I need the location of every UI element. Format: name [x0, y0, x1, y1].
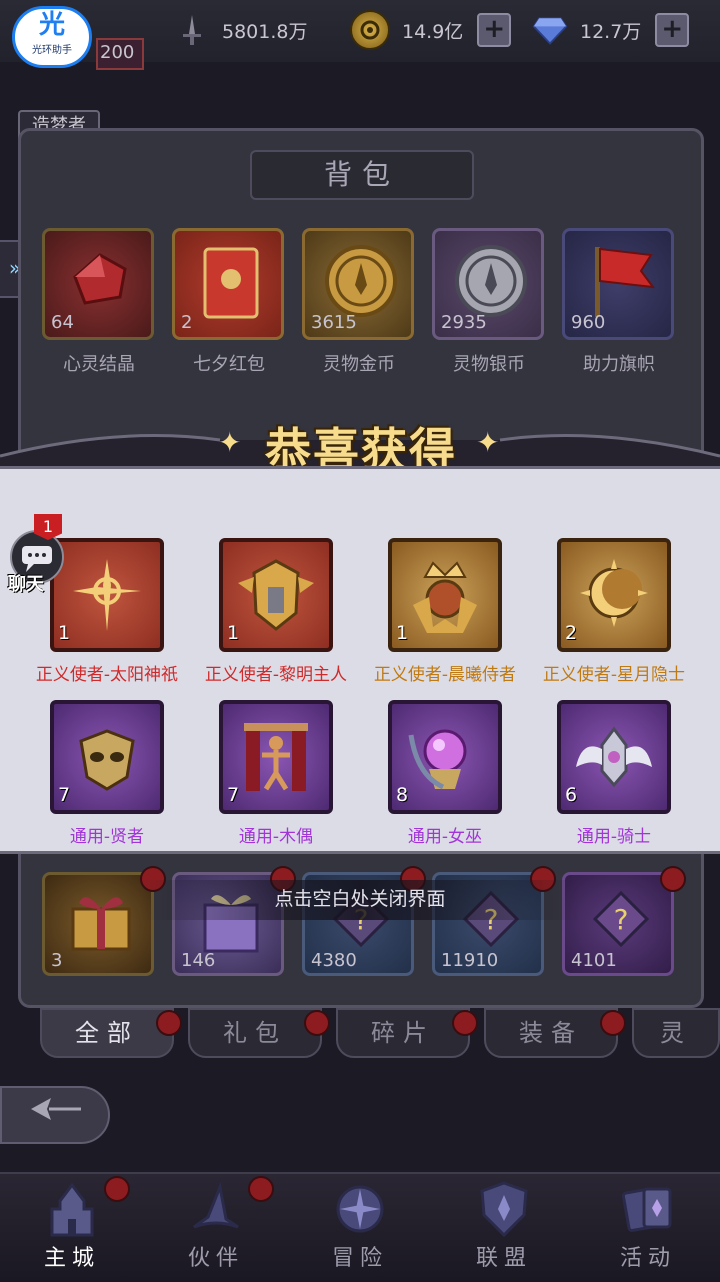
notification-dot: [156, 1010, 182, 1036]
bag-item-count: 64: [51, 312, 74, 333]
bag-item-count: 4101: [571, 950, 617, 971]
back-button[interactable]: [0, 1086, 110, 1144]
flag-icon: [595, 247, 656, 317]
reward-name: 正义使者-星月隐士: [542, 665, 686, 685]
reward-item[interactable]: 2: [557, 538, 671, 652]
sparkle-icon: ✦: [218, 426, 242, 459]
power-value: 5801.8万: [222, 20, 308, 43]
tab-shard[interactable]: 碎片: [336, 1008, 470, 1058]
resource-gold: 14.9亿 +: [350, 10, 512, 50]
sparkle-icon: ✦: [476, 426, 500, 459]
reward-qty: 2: [565, 622, 578, 644]
notification-dot: [600, 1010, 626, 1036]
resource-diamond: 12.7万 +: [532, 10, 690, 50]
back-arrow-icon: [31, 1098, 81, 1120]
bag-item-count: 960: [571, 312, 606, 333]
nav-label: 主城: [43, 1246, 100, 1271]
nav-label: 伙伴: [187, 1246, 244, 1271]
reward-qty: 6: [565, 784, 578, 806]
tab-equip[interactable]: 装备: [484, 1008, 618, 1058]
notification-dot: [248, 1176, 274, 1202]
reward-qty: 1: [396, 622, 409, 644]
nav-adventure[interactable]: 冒险: [288, 1178, 432, 1278]
castle-icon: [37, 1178, 107, 1240]
reward-name: 通用-木偶: [238, 827, 314, 847]
bag-item-count: 2935: [441, 312, 487, 333]
reward-item[interactable]: 1: [388, 538, 502, 652]
bag-item-count: 3: [51, 950, 63, 971]
bag-item-name: 助力旗帜: [583, 354, 655, 375]
reward-qty: 7: [58, 784, 71, 806]
resource-power: 5801.8万: [174, 10, 307, 50]
nav-label: 活动: [619, 1246, 676, 1271]
witch-hat-icon: [181, 1178, 251, 1240]
red-envelope-icon: [203, 247, 259, 319]
chat-button[interactable]: 1 聊天: [4, 514, 64, 595]
nav-label: 联盟: [475, 1246, 532, 1271]
bag-item-name: 心灵结晶: [63, 354, 135, 375]
app-badge[interactable]: 光 光环助手: [12, 6, 92, 68]
bag-item-red-envelope[interactable]: 2: [172, 228, 284, 340]
shield-icon: [469, 1178, 539, 1240]
reward-name: 正义使者-太阳神祇: [35, 665, 179, 685]
reward-qty: 1: [58, 622, 71, 644]
reward-name: 通用-骑士: [576, 827, 652, 847]
tab-spirit[interactable]: 灵: [632, 1008, 720, 1058]
backpack-title: 背包: [250, 150, 474, 200]
bag-item-count: 3615: [311, 312, 357, 333]
chat-label: 聊天: [8, 574, 44, 595]
bag-item-count: 11910: [441, 950, 499, 971]
reward-item[interactable]: 1: [50, 538, 164, 652]
nav-alliance[interactable]: 联盟: [432, 1178, 576, 1278]
notification-dot: [304, 1010, 330, 1036]
reward-item[interactable]: 6: [557, 700, 671, 814]
reward-name: 通用-贤者: [69, 827, 145, 847]
reward-name: 正义使者-晨曦侍者: [373, 665, 517, 685]
add-diamond-button[interactable]: +: [655, 13, 690, 47]
reward-item[interactable]: 7: [219, 700, 333, 814]
gold-value: 14.9亿: [402, 20, 464, 43]
bag-item-name: 灵物银币: [453, 354, 525, 375]
nav-label: 冒险: [331, 1246, 388, 1271]
notification-dot: [104, 1176, 130, 1202]
bag-item-gold-coin[interactable]: 3615: [302, 228, 414, 340]
close-hint[interactable]: 点击空白处关闭界面: [0, 884, 720, 911]
diamond-icon: [532, 12, 568, 48]
crystal-icon: [73, 253, 127, 305]
bag-item-name: 七夕红包: [193, 354, 265, 375]
gold-coin-icon: [325, 245, 397, 317]
tab-gift[interactable]: 礼包: [188, 1008, 322, 1058]
reward-qty: 1: [227, 622, 240, 644]
bag-item-silver-coin[interactable]: 2935: [432, 228, 544, 340]
app-badge-label: 光环助手: [32, 45, 72, 56]
reward-item[interactable]: 7: [50, 700, 164, 814]
bag-item-flag[interactable]: 960: [562, 228, 674, 340]
compass-icon: [325, 1178, 395, 1240]
sword-icon: [174, 12, 210, 48]
app-badge-glyph: 光: [38, 10, 65, 40]
cards-icon: [613, 1178, 683, 1240]
reward-item[interactable]: 8: [388, 700, 502, 814]
bag-item-count: 146: [181, 950, 216, 971]
reward-name: 通用-女巫: [407, 827, 483, 847]
player-level: 200: [100, 42, 135, 63]
reward-qty: 7: [227, 784, 240, 806]
notification-dot: [452, 1010, 478, 1036]
gold-coin-icon: [350, 10, 390, 50]
bag-item-count: 2: [181, 312, 193, 333]
diamond-value: 12.7万: [580, 20, 642, 43]
bag-item-count: 4380: [311, 950, 357, 971]
nav-events[interactable]: 活动: [576, 1178, 720, 1278]
reward-item[interactable]: 1: [219, 538, 333, 652]
silver-coin-icon: [455, 245, 527, 317]
bag-item-name: 灵物金币: [323, 354, 395, 375]
reward-name: 正义使者-黎明主人: [204, 665, 348, 685]
bag-item-crystal[interactable]: 64: [42, 228, 154, 340]
add-gold-button[interactable]: +: [477, 13, 512, 47]
reward-qty: 8: [396, 784, 409, 806]
tab-all[interactable]: 全部: [40, 1008, 174, 1058]
